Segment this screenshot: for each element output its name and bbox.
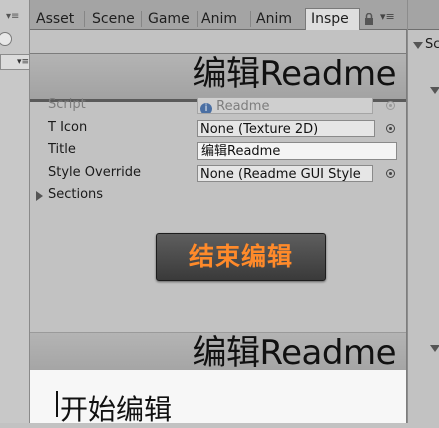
text-cursor [56,391,58,417]
expand-arrow-icon[interactable] [430,345,439,352]
end-edit-button[interactable]: 结束编辑 [156,233,326,281]
icon-object-field[interactable]: None (Texture 2D) [197,120,375,137]
right-tab-bar [408,0,439,30]
menu-dropdown-icon[interactable]: ▾≡ [6,11,19,22]
script-picker-icon [386,101,395,110]
title-label: Title [48,142,76,157]
tab-divider [250,11,251,27]
tab-animation[interactable]: Anim [201,9,245,29]
tab-divider [141,11,142,27]
icon-picker-icon[interactable] [386,124,395,133]
tab-divider [197,11,198,27]
banner-title: 编辑Readme [192,54,397,94]
script-field: i Readme [197,97,373,114]
readme-content-area: 开始编辑 [30,370,406,426]
hierarchy-pane-partial: ▾≡ ▾≡ [0,0,30,423]
scene-root-label[interactable]: Sc [425,37,439,52]
tab-asset-store[interactable]: Asset [36,9,80,29]
editor-tab-strip: Asset Scene Game Anim Anim Inspe ▾≡ [30,0,407,31]
script-value: Readme [216,99,270,114]
filter-dropdown[interactable]: ▾≡ [0,54,30,70]
expand-arrow-icon[interactable] [430,87,439,94]
lock-icon[interactable] [364,13,374,25]
title-input[interactable]: 编辑Readme [197,142,397,160]
expand-arrow-icon[interactable] [413,42,423,49]
tab-game[interactable]: Game [148,9,194,29]
sections-foldout[interactable]: Sections [48,187,103,202]
scene-pane-partial: Sc [407,0,439,423]
tab-scene[interactable]: Scene [92,9,138,29]
search-icon[interactable] [0,32,12,46]
inspector-panel: 编辑Readme Script i Readme T Icon None (Te… [30,30,407,426]
style-override-label: Style Override [48,165,142,180]
style-override-picker-icon[interactable] [386,169,395,178]
menu-icon[interactable]: ▾≡ [380,10,395,23]
foldout-arrow-icon[interactable] [36,191,43,201]
style-override-field[interactable]: None (Readme GUI Style [197,165,373,182]
tab-divider [84,11,85,27]
readme-header-banner: 编辑Readme [30,53,406,102]
tab-inspector[interactable]: Inspe [305,8,360,31]
preview-banner-title: 编辑Readme [192,333,397,373]
info-icon: i [200,103,212,113]
icon-label: T Icon [48,120,88,135]
script-label: Script [48,97,86,112]
tab-animator[interactable]: Anim [256,9,300,29]
content-heading: 开始编辑 [60,393,173,426]
